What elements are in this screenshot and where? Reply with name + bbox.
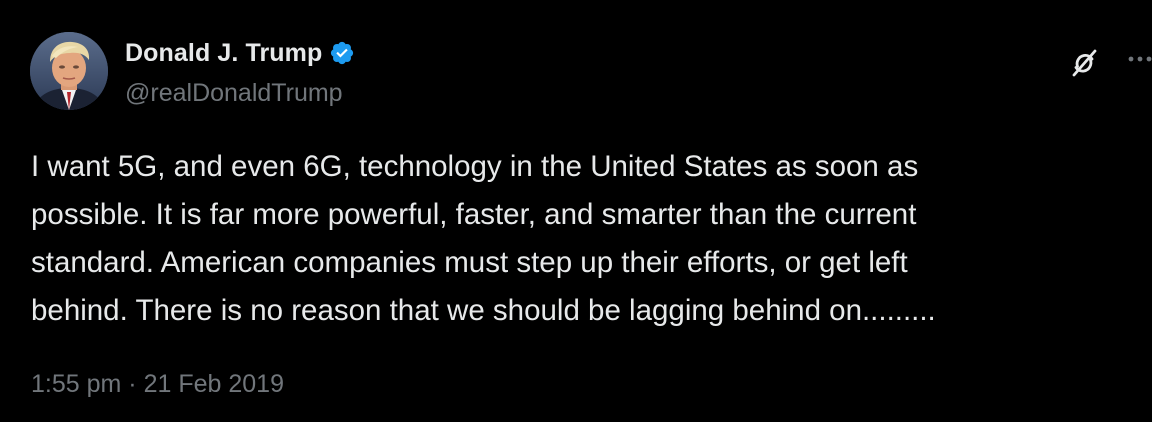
- tweet-timestamp[interactable]: 1:55 pm · 21 Feb 2019: [31, 367, 284, 401]
- avatar[interactable]: [30, 32, 108, 110]
- tweet-text-line: possible. It is far more powerful, faste…: [31, 198, 917, 231]
- tweet-text: I want 5G, and even 6G, technology in th…: [31, 143, 1131, 335]
- tweet-text-line: behind. There is no reason that we shoul…: [31, 294, 936, 327]
- timestamp-separator: ·: [128, 370, 137, 398]
- tweet-text-line: I want 5G, and even 6G, technology in th…: [31, 150, 919, 183]
- more-options-button[interactable]: [1126, 44, 1152, 76]
- tweet-text-line: standard. American companies must step u…: [31, 246, 908, 279]
- grok-button[interactable]: [1064, 43, 1104, 83]
- verified-badge-icon: [329, 40, 355, 66]
- grok-icon: [1072, 49, 1097, 77]
- tweet-date: 21 Feb 2019: [143, 370, 284, 398]
- tweet-time: 1:55 pm: [31, 370, 122, 398]
- more-options-icon: [1128, 56, 1152, 62]
- author-name-row: Donald J. Trump: [125, 36, 355, 70]
- author-name[interactable]: Donald J. Trump: [125, 36, 322, 70]
- author-handle[interactable]: @realDonaldTrump: [125, 76, 343, 110]
- profile-photo-icon: [30, 32, 108, 110]
- tweet-card: Donald J. Trump @realDonaldTrump I want …: [0, 0, 1152, 422]
